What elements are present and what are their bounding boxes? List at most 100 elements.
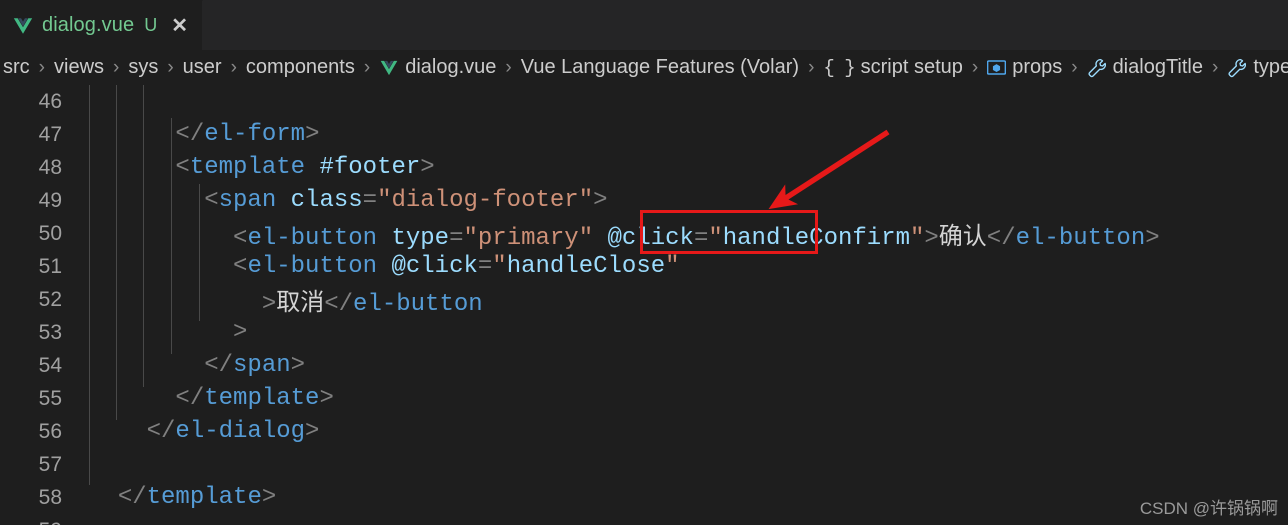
code-token: #footer — [319, 154, 421, 181]
breadcrumb-item-label: sys — [128, 56, 159, 78]
code-line[interactable]: 47 </el-form> — [0, 118, 1288, 151]
code-token: > — [593, 187, 608, 214]
code-line[interactable]: 48 <template #footer> — [0, 151, 1288, 184]
breadcrumb-item-src[interactable]: src — [1, 56, 32, 79]
code-line[interactable]: 53 > — [0, 316, 1288, 349]
code-token: </ — [175, 121, 205, 148]
code-token: = — [693, 224, 709, 252]
breadcrumb-separator: › — [808, 56, 815, 78]
breadcrumb-separator: › — [363, 56, 371, 78]
line-number: 53 — [38, 320, 62, 344]
line-number: 58 — [38, 485, 62, 509]
code-token: </ — [175, 385, 205, 412]
vue-logo-icon — [12, 15, 34, 37]
breadcrumb-separator: › — [971, 56, 979, 78]
breadcrumb-item-type[interactable]: type — [1225, 56, 1288, 79]
code-token: </ — [324, 290, 354, 318]
code-line-text: >取消</el-button — [62, 282, 483, 318]
code-token: type — [391, 224, 450, 252]
line-number: 48 — [38, 155, 62, 179]
code-line-text: <span class="dialog-footer"> — [62, 187, 608, 214]
breadcrumb-separator: › — [1211, 56, 1219, 78]
code-line[interactable]: 50 <el-button type="primary" @click="han… — [0, 216, 1288, 252]
code-line[interactable]: 56 </el-dialog> — [0, 415, 1288, 448]
code-token: > — [305, 418, 320, 445]
breadcrumb-item-label: script setup — [860, 56, 963, 78]
wrench-property-icon — [1227, 58, 1247, 78]
object-symbol-icon — [987, 58, 1007, 77]
close-icon[interactable]: ✕ — [171, 16, 188, 36]
line-number: 55 — [38, 386, 62, 410]
breadcrumb-item-components[interactable]: components — [244, 56, 357, 79]
code-token: > — [290, 352, 306, 379]
breadcrumb-item-script-setup[interactable]: { } script setup — [821, 56, 964, 79]
code-line[interactable]: 46 — [0, 85, 1288, 118]
code-token: handleClose — [506, 253, 666, 280]
breadcrumb-item-label: type — [1253, 56, 1288, 78]
line-number: 59 — [0, 519, 62, 525]
code-line[interactable]: 55 </template> — [0, 382, 1288, 415]
breadcrumb-item-dialogtitle[interactable]: dialogTitle — [1085, 56, 1205, 79]
code-token: handleConfirm — [722, 224, 910, 252]
vue-logo-icon — [379, 58, 399, 78]
code-token: " — [909, 224, 925, 252]
code-token: 确认 — [938, 224, 987, 252]
code-token: < — [233, 253, 248, 280]
code-line[interactable]: 54 </span> — [0, 349, 1288, 382]
code-line-text: </template> — [62, 385, 333, 412]
breadcrumb-item-user[interactable]: user — [181, 56, 224, 79]
breadcrumb-item-sys[interactable]: sys — [126, 56, 160, 79]
code-line[interactable]: 49 <span class="dialog-footer"> — [0, 184, 1288, 217]
code-token: = — [449, 224, 464, 252]
code-token: span — [218, 187, 277, 214]
csdn-watermark: CSDN @许锅锅啊 — [1139, 499, 1278, 518]
tab-label: dialog.vue — [42, 14, 135, 36]
code-token: > — [261, 484, 277, 511]
code-line[interactable]: 57 — [0, 448, 1288, 481]
code-line-text: </el-dialog> — [62, 418, 320, 445]
breadcrumb-item-vue-language-features-volar[interactable]: Vue Language Features (Volar) — [519, 56, 801, 79]
code-line[interactable]: 59 — [0, 514, 1288, 525]
line-number: 51 — [38, 254, 62, 278]
code-line-text: <el-button @click="handleClose" — [62, 253, 680, 280]
breadcrumb-item-dialog-vue[interactable]: dialog.vue — [377, 56, 498, 79]
tab-dialog-vue[interactable]: dialog.vue U ✕ — [0, 0, 203, 50]
breadcrumb: src › views › sys › user › components › dialog.vue… — [0, 50, 1288, 85]
code-token: < — [204, 187, 219, 214]
code-line-text: <el-button type="primary" @click="handle… — [62, 216, 1160, 252]
code-token: < — [175, 154, 190, 181]
code-token: @click — [607, 224, 694, 252]
breadcrumb-item-views[interactable]: views — [52, 56, 106, 79]
breadcrumb-item-label: dialogTitle — [1112, 56, 1203, 78]
breadcrumb-separator: › — [38, 56, 45, 78]
breadcrumb-item-props[interactable]: props — [985, 56, 1064, 79]
code-line-text: </span> — [62, 352, 305, 379]
code-token: template — [189, 154, 306, 181]
code-token: > — [924, 224, 939, 252]
code-token: " — [665, 253, 680, 280]
code-editor[interactable]: 46 47 </el-form> 48 <template #footer> 49 <… — [0, 85, 1288, 525]
breadcrumb-item-label: Vue Language Features (Volar) — [520, 56, 800, 78]
breadcrumb-separator: › — [1071, 56, 1078, 78]
code-line-text: </template> — [62, 484, 276, 511]
breadcrumb-item-label: props — [1012, 56, 1063, 78]
code-token: template — [146, 484, 262, 511]
editor-tab-bar: dialog.vue U ✕ — [0, 0, 1288, 50]
code-line[interactable]: 51 <el-button @click="handleClose" — [0, 250, 1288, 283]
code-token: template — [204, 385, 320, 412]
tab-git-status-badge: U — [144, 15, 158, 35]
code-line[interactable]: 52 >取消</el-button — [0, 282, 1288, 318]
code-token: span — [233, 352, 291, 379]
line-number: 52 — [38, 287, 62, 311]
code-line[interactable]: 58 </template> — [0, 481, 1288, 514]
code-line-text: > — [62, 319, 247, 346]
code-token: el-button — [247, 224, 378, 252]
